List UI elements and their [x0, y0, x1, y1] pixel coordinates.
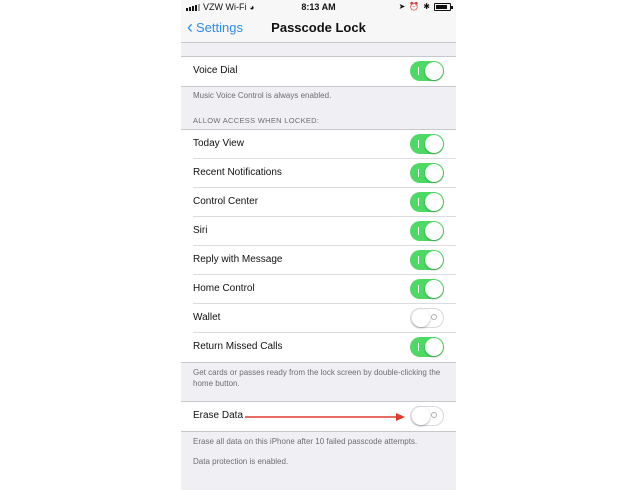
divider — [181, 86, 456, 87]
voice-dial-label: Voice Dial — [193, 65, 238, 76]
location-icon: ➤ — [398, 2, 406, 11]
wallet-toggle[interactable] — [410, 308, 444, 328]
alarm-icon: ⏰ — [409, 2, 420, 11]
home-control-label: Home Control — [193, 283, 255, 294]
recent-notifications-label: Recent Notifications — [193, 167, 282, 178]
divider — [181, 362, 456, 363]
wallet-label: Wallet — [193, 312, 221, 323]
reply-with-message-label: Reply with Message — [193, 254, 283, 265]
today-view-row: Today View — [181, 130, 456, 159]
recent-notifications-row: Recent Notifications — [181, 159, 456, 188]
today-view-toggle[interactable] — [410, 134, 444, 154]
wallet-row: Wallet — [181, 304, 456, 333]
status-bar: VZW Wi-Fi ◕ 8:13 AM ➤ ⏰ ✱ — [181, 0, 456, 14]
reply-with-message-row: Reply with Message — [181, 246, 456, 275]
erase-data-note: Erase all data on this iPhone after 10 f… — [193, 437, 418, 446]
return-missed-calls-label: Return Missed Calls — [193, 341, 283, 352]
reply-with-message-toggle[interactable] — [410, 250, 444, 270]
control-center-row: Control Center — [181, 188, 456, 217]
page-title: Passcode Lock — [271, 20, 366, 35]
divider — [181, 431, 456, 432]
allow-access-note: Get cards or passes ready from the lock … — [193, 368, 441, 388]
return-missed-calls-toggle[interactable] — [410, 337, 444, 357]
annotation-arrow-icon — [245, 413, 405, 421]
erase-data-label: Erase Data — [193, 410, 244, 421]
bluetooth-icon: ✱ — [423, 2, 430, 11]
voice-dial-note: Music Voice Control is always enabled. — [193, 91, 332, 100]
control-center-toggle[interactable] — [410, 192, 444, 212]
return-missed-calls-row: Return Missed Calls — [181, 333, 456, 362]
home-control-toggle[interactable] — [410, 279, 444, 299]
data-protection-note: Data protection is enabled. — [193, 457, 289, 466]
siri-label: Siri — [193, 225, 208, 236]
status-right-icons: ➤ ⏰ ✱ — [398, 2, 453, 11]
siri-toggle[interactable] — [410, 221, 444, 241]
allow-access-header: ALLOW ACCESS WHEN LOCKED: — [193, 116, 320, 125]
recent-notifications-toggle[interactable] — [410, 163, 444, 183]
home-control-row: Home Control — [181, 275, 456, 304]
voice-dial-toggle[interactable] — [410, 61, 444, 81]
control-center-label: Control Center — [193, 196, 259, 207]
battery-icon — [434, 2, 453, 11]
today-view-label: Today View — [193, 138, 244, 149]
navigation-bar: ‹ Settings Passcode Lock — [181, 14, 456, 43]
voice-dial-row: Voice Dial — [181, 57, 456, 86]
erase-data-toggle[interactable] — [410, 406, 444, 426]
siri-row: Siri — [181, 217, 456, 246]
